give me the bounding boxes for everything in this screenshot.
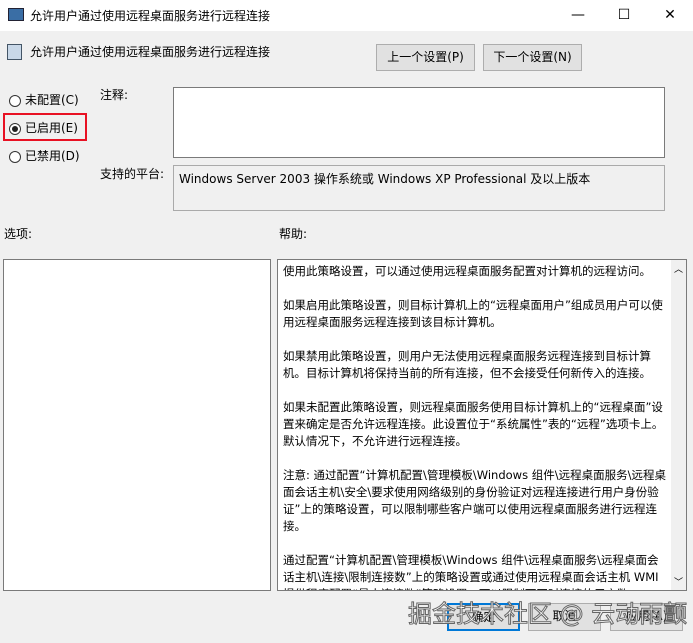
policy-title: 允许用户通过使用远程桌面服务进行远程连接 — [30, 45, 271, 59]
radio-circle[interactable] — [9, 94, 21, 107]
help-panel[interactable]: 使用此策略设置，可以通过使用远程桌面服务配置对计算机的远程访问。 如果启用此策略… — [277, 259, 687, 591]
comment-input[interactable] — [173, 87, 665, 158]
radio-label: 已启用(E) — [25, 121, 78, 135]
remote-desktop-icon — [8, 8, 24, 21]
platform-value: Windows Server 2003 操作系统或 Windows XP Pro… — [173, 165, 665, 211]
help-paragraph: 注意: 通过配置“计算机配置\管理模板\Windows 组件\远程桌面服务\远程… — [283, 468, 666, 533]
watermark: 掘金技术社区 @ 云动雨颤 — [407, 600, 688, 629]
policy-icon — [7, 44, 22, 60]
window-title: 允许用户通过使用远程桌面服务进行远程连接 — [30, 9, 271, 23]
help-paragraph: 如果未配置此策略设置，则远程桌面服务使用目标计算机上的“远程桌面”设置来确定是否… — [283, 400, 664, 448]
radio-enabled[interactable]: 已启用(E) — [9, 119, 78, 136]
radio-not-configured[interactable]: 未配置(C) — [9, 91, 79, 108]
next-setting-button[interactable]: 下一个设置(N) — [483, 44, 582, 71]
radio-label: 未配置(C) — [25, 93, 79, 107]
platform-label: 支持的平台: — [100, 167, 165, 181]
help-label: 帮助: — [279, 227, 308, 241]
help-paragraph: 使用此策略设置，可以通过使用远程桌面服务配置对计算机的远程访问。 — [283, 264, 651, 278]
help-text: 使用此策略设置，可以通过使用远程桌面服务配置对计算机的远程访问。 如果启用此策略… — [278, 260, 673, 590]
help-paragraph: 通过配置“计算机配置\管理模板\Windows 组件\远程桌面服务\远程桌面会话… — [283, 553, 659, 590]
radio-disabled[interactable]: 已禁用(D) — [9, 147, 80, 164]
title-bar: 允许用户通过使用远程桌面服务进行远程连接 — ☐ ✕ — [0, 0, 693, 31]
minimize-button[interactable]: — — [555, 0, 601, 31]
scroll-up-icon[interactable]: ︿ — [674, 262, 683, 275]
options-label: 选项: — [4, 227, 33, 241]
help-scrollbar[interactable]: ︿ ﹀ — [671, 260, 686, 590]
help-paragraph: 如果启用此策略设置，则目标计算机上的“远程桌面用户”组成员用户可以使用远程桌面服… — [283, 298, 663, 329]
close-button[interactable]: ✕ — [647, 0, 693, 31]
radio-label: 已禁用(D) — [25, 149, 80, 163]
comment-label: 注释: — [100, 88, 129, 102]
maximize-button[interactable]: ☐ — [601, 0, 647, 31]
help-paragraph: 如果禁用此策略设置，则用户无法使用远程桌面服务远程连接到目标计算机。目标计算机将… — [283, 349, 651, 380]
options-panel — [3, 259, 271, 591]
previous-setting-button[interactable]: 上一个设置(P) — [376, 44, 475, 71]
radio-circle[interactable] — [9, 122, 21, 135]
scroll-down-icon[interactable]: ﹀ — [674, 575, 683, 588]
radio-circle[interactable] — [9, 150, 21, 163]
